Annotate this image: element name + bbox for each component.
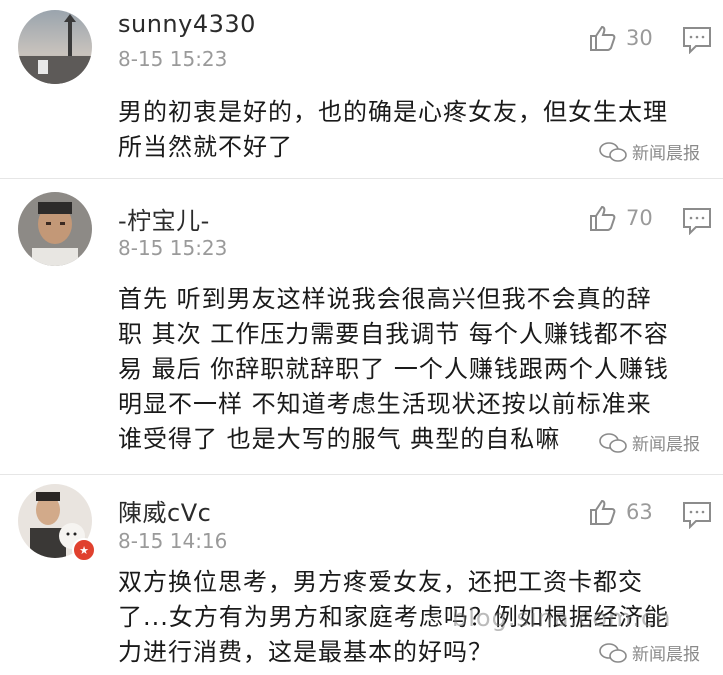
username[interactable]: 陳威cVc bbox=[118, 493, 211, 528]
wechat-icon bbox=[599, 432, 627, 453]
like-count: 30 bbox=[626, 26, 653, 50]
comment-line: 明显不一样 不知道考虑生活现状还按以前标准来 bbox=[118, 390, 652, 418]
avatar[interactable] bbox=[18, 192, 92, 266]
verified-badge: ★ bbox=[72, 538, 96, 562]
like-count: 70 bbox=[626, 206, 653, 230]
comment-line: 双方换位思考，男方疼爱女友，还把工资卡都交 bbox=[118, 568, 643, 596]
username[interactable]: sunny4330 bbox=[118, 10, 256, 38]
like-button[interactable]: 30 bbox=[588, 23, 653, 53]
timestamp: 8-15 14:16 bbox=[118, 529, 228, 553]
comment-icon[interactable] bbox=[682, 207, 712, 235]
comment-line: 易 最后 你辞职就辞职了 一个人赚钱跟两个人赚钱 bbox=[118, 355, 669, 383]
like-count: 63 bbox=[626, 500, 653, 524]
comment-line: 首先 听到男友这样说我会很高兴但我不会真的辞 bbox=[118, 285, 652, 313]
divider bbox=[0, 474, 723, 475]
timestamp: 8-15 15:23 bbox=[118, 47, 228, 71]
timestamp: 8-15 15:23 bbox=[118, 236, 228, 260]
comment-icon[interactable] bbox=[682, 501, 712, 529]
avatar[interactable] bbox=[18, 10, 92, 84]
watermark-text: 新闻晨报 bbox=[632, 645, 700, 665]
comment-line: 职 其次 工作压力需要自我调节 每个人赚钱都不容 bbox=[118, 320, 669, 348]
wechat-icon bbox=[599, 642, 627, 663]
watermark-text: 新闻晨报 bbox=[632, 435, 700, 455]
wechat-icon bbox=[599, 141, 627, 162]
username[interactable]: -柠宝儿- bbox=[118, 201, 210, 236]
divider bbox=[0, 178, 723, 179]
like-button[interactable]: 70 bbox=[588, 203, 653, 233]
thumbs-up-icon bbox=[590, 25, 616, 51]
comment-line: 男的初衷是好的，也的确是心疼女友，但女生太理 bbox=[118, 98, 668, 126]
watermark: 新闻晨报 bbox=[598, 640, 700, 665]
watermark: 新闻晨报 bbox=[598, 139, 700, 164]
thumbs-up-icon bbox=[590, 499, 616, 525]
thumbs-up-icon bbox=[590, 205, 616, 231]
overlay-watermark: blog.sina.com.cn bbox=[452, 604, 672, 632]
watermark-text: 新闻晨报 bbox=[632, 144, 700, 164]
like-button[interactable]: 63 bbox=[588, 497, 653, 527]
watermark: 新闻晨报 bbox=[598, 430, 700, 455]
comment-icon[interactable] bbox=[682, 26, 712, 54]
